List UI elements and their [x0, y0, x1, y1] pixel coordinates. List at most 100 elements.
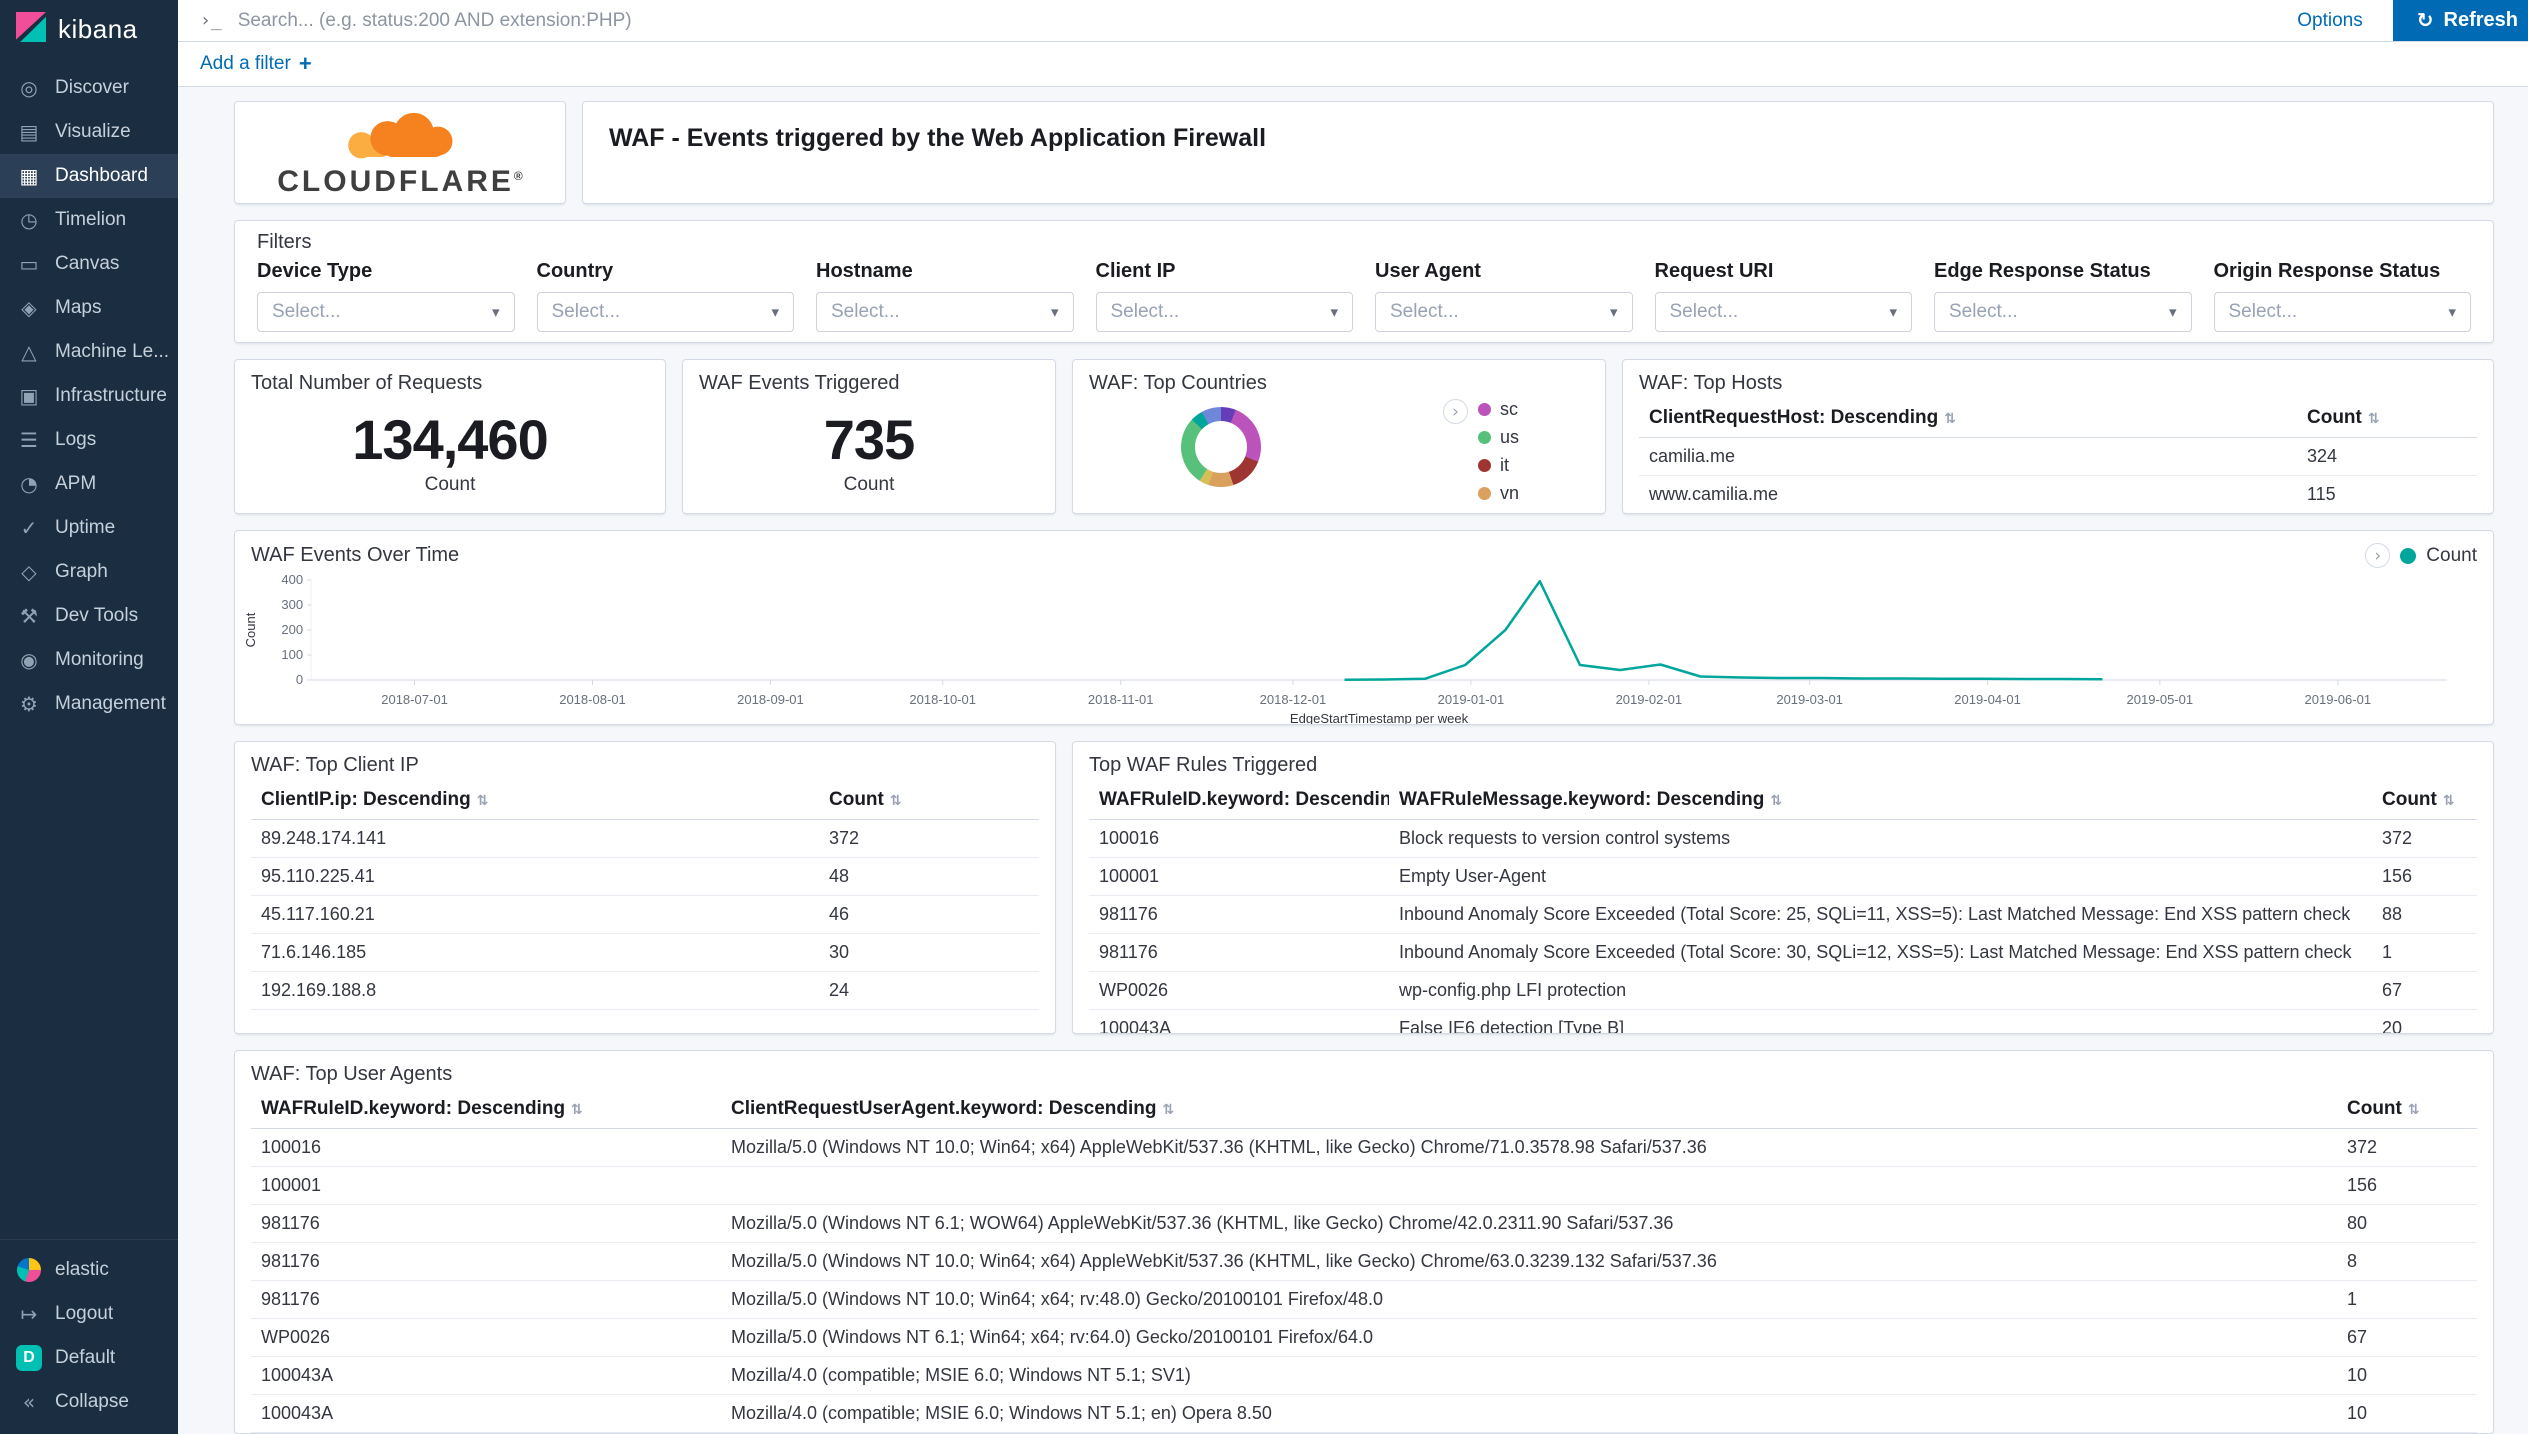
- table-row: 192.169.188.824: [251, 972, 1039, 1010]
- kibana-home-link[interactable]: kibana: [0, 0, 178, 58]
- refresh-button[interactable]: ↻ Refresh: [2393, 0, 2528, 42]
- legend-item-it[interactable]: it: [1478, 455, 1519, 476]
- table-row: 100001156: [251, 1167, 2477, 1205]
- sidebar-footer: elastic ↦LogoutDDefault«Collapse: [0, 1239, 178, 1434]
- table-cell: 115: [2297, 476, 2477, 514]
- filter-select-client-ip[interactable]: Select...▾: [1096, 292, 1354, 332]
- events-legend-label[interactable]: Count: [2426, 545, 2477, 567]
- waf-events-title: WAF Events Triggered: [683, 360, 1055, 399]
- top-waf-rules-table: WAFRuleID.keyword: Descending⇅WAFRuleMes…: [1089, 781, 2477, 1034]
- column-header-wafruleid-keyword-descending[interactable]: WAFRuleID.keyword: Descending⇅: [251, 1090, 721, 1129]
- cloudflare-wordmark: CLOUDFLARE®: [277, 167, 523, 197]
- sort-icon: ⇅: [1162, 1102, 1174, 1118]
- sidebar-item-label: Maps: [55, 297, 101, 319]
- table-cell: 372: [819, 820, 1039, 858]
- total-requests-value: 134,460: [235, 407, 665, 472]
- sidebar-item-dev-tools[interactable]: ⚒Dev Tools: [0, 594, 178, 638]
- sidebar-item-logs[interactable]: ☰Logs: [0, 418, 178, 462]
- sidebar: kibana ◎Discover▤Visualize▦Dashboard◷Tim…: [0, 0, 178, 1434]
- sidebar-item-dashboard[interactable]: ▦Dashboard: [0, 154, 178, 198]
- filter-select-edge-response-status[interactable]: Select...▾: [1934, 292, 2192, 332]
- legend-dot: [1478, 403, 1491, 416]
- legend-dot: [1478, 459, 1491, 472]
- column-header-count[interactable]: Count⇅: [2372, 781, 2477, 820]
- column-header-clientip-ip-descending[interactable]: ClientIP.ip: Descending⇅: [251, 781, 819, 820]
- sidebar-item-visualize[interactable]: ▤Visualize: [0, 110, 178, 154]
- panel-total-requests: Total Number of Requests 134,460 Count: [234, 359, 666, 514]
- sidebar-item-management[interactable]: ⚙Management: [0, 682, 178, 726]
- table-row: 981176Inbound Anomaly Score Exceeded (To…: [1089, 934, 2477, 972]
- options-link[interactable]: Options: [2297, 10, 2362, 32]
- legend-toggle-icon[interactable]: ›: [1443, 399, 1468, 424]
- table-cell: 45.117.160.21: [251, 896, 819, 934]
- table-cell: Empty User-Agent: [1389, 858, 2372, 896]
- column-header-wafruleid-keyword-descending[interactable]: WAFRuleID.keyword: Descending⇅: [1089, 781, 1389, 820]
- column-header-label: Count: [2382, 789, 2437, 810]
- table-cell: 30: [819, 934, 1039, 972]
- logs-lines-icon: ☰: [16, 428, 42, 452]
- sidebar-item-apm[interactable]: ◔APM: [0, 462, 178, 506]
- top-client-ip-title: WAF: Top Client IP: [235, 742, 1055, 781]
- sidebar-item-default[interactable]: DDefault: [0, 1336, 178, 1380]
- column-header-clientrequestuseragent-keyword-descending[interactable]: ClientRequestUserAgent.keyword: Descendi…: [721, 1090, 2337, 1129]
- column-header-count[interactable]: Count⇅: [2297, 399, 2477, 438]
- column-header-count[interactable]: Count⇅: [819, 781, 1039, 820]
- sidebar-item-collapse[interactable]: «Collapse: [0, 1380, 178, 1424]
- sidebar-item-monitoring[interactable]: ◉Monitoring: [0, 638, 178, 682]
- donut-hole: [1195, 421, 1247, 473]
- sidebar-item-label: elastic: [55, 1259, 109, 1281]
- column-header-count[interactable]: Count⇅: [2337, 1090, 2477, 1129]
- discover-compass-icon: ◎: [16, 76, 42, 100]
- legend-label: vn: [1500, 483, 1519, 504]
- column-header-label: ClientIP.ip: Descending: [261, 789, 471, 810]
- filter-select-device-type[interactable]: Select...▾: [257, 292, 515, 332]
- management-gear-icon: ⚙: [16, 692, 42, 716]
- filter-field-client-ip: Client IPSelect...▾: [1096, 260, 1354, 332]
- sidebar-item-label: Monitoring: [55, 649, 144, 671]
- column-header-label: ClientRequestHost: Descending: [1649, 407, 1938, 428]
- sidebar-item-label: APM: [55, 473, 96, 495]
- filter-field-hostname: HostnameSelect...▾: [816, 260, 1074, 332]
- table-cell: 981176: [251, 1205, 721, 1243]
- table-cell: 10: [2337, 1357, 2477, 1395]
- table-cell: 46: [819, 896, 1039, 934]
- svg-text:2018-08-01: 2018-08-01: [559, 692, 626, 707]
- filter-select-user-agent[interactable]: Select...▾: [1375, 292, 1633, 332]
- column-header-clientrequesthost-descending[interactable]: ClientRequestHost: Descending⇅: [1639, 399, 2297, 438]
- sidebar-item-timelion[interactable]: ◷Timelion: [0, 198, 178, 242]
- legend-item-us[interactable]: us: [1478, 427, 1519, 448]
- svg-text:0: 0: [296, 672, 303, 687]
- filter-select-country[interactable]: Select...▾: [537, 292, 795, 332]
- machine-learning-icon: △: [16, 340, 42, 364]
- top-countries-body: › sc us it vn: [1073, 399, 1605, 512]
- legend-toggle-icon[interactable]: ›: [2365, 543, 2390, 568]
- sidebar-item-machine-le[interactable]: △Machine Le...: [0, 330, 178, 374]
- table-row: 100016Block requests to version control …: [1089, 820, 2477, 858]
- sidebar-item-logout[interactable]: ↦Logout: [0, 1292, 178, 1336]
- table-cell: Mozilla/5.0 (Windows NT 10.0; Win64; x64…: [721, 1281, 2337, 1319]
- sidebar-item-elastic[interactable]: elastic: [0, 1248, 178, 1292]
- column-header-label: WAFRuleID.keyword: Descending: [1099, 789, 1389, 810]
- sidebar-item-canvas[interactable]: ▭Canvas: [0, 242, 178, 286]
- select-placeholder: Select...: [1949, 301, 2018, 323]
- sidebar-item-infrastructure[interactable]: ▣Infrastructure: [0, 374, 178, 418]
- sidebar-item-discover[interactable]: ◎Discover: [0, 66, 178, 110]
- column-header-wafrulemessage-keyword-descending[interactable]: WAFRuleMessage.keyword: Descending⇅: [1389, 781, 2372, 820]
- sidebar-item-uptime[interactable]: ✓Uptime: [0, 506, 178, 550]
- legend-item-sc[interactable]: sc: [1478, 399, 1519, 420]
- sort-icon: ⇅: [1770, 793, 1782, 809]
- table-cell: Mozilla/5.0 (Windows NT 6.1; Win64; x64;…: [721, 1319, 2337, 1357]
- filter-select-request-uri[interactable]: Select...▾: [1655, 292, 1913, 332]
- add-filter-link[interactable]: Add a filter +: [200, 53, 312, 75]
- table-cell: WP0026: [251, 1319, 721, 1357]
- sidebar-item-label: Dashboard: [55, 165, 148, 187]
- sidebar-item-maps[interactable]: ◈Maps: [0, 286, 178, 330]
- table-cell: Mozilla/4.0 (compatible; MSIE 6.0; Windo…: [721, 1357, 2337, 1395]
- filter-select-origin-response-status[interactable]: Select...▾: [2214, 292, 2472, 332]
- search-input[interactable]: [238, 10, 2282, 32]
- sidebar-item-graph[interactable]: ◇Graph: [0, 550, 178, 594]
- select-placeholder: Select...: [1670, 301, 1739, 323]
- filter-select-hostname[interactable]: Select...▾: [816, 292, 1074, 332]
- kibana-app: kibana ◎Discover▤Visualize▦Dashboard◷Tim…: [0, 0, 2528, 1434]
- legend-item-vn[interactable]: vn: [1478, 483, 1519, 504]
